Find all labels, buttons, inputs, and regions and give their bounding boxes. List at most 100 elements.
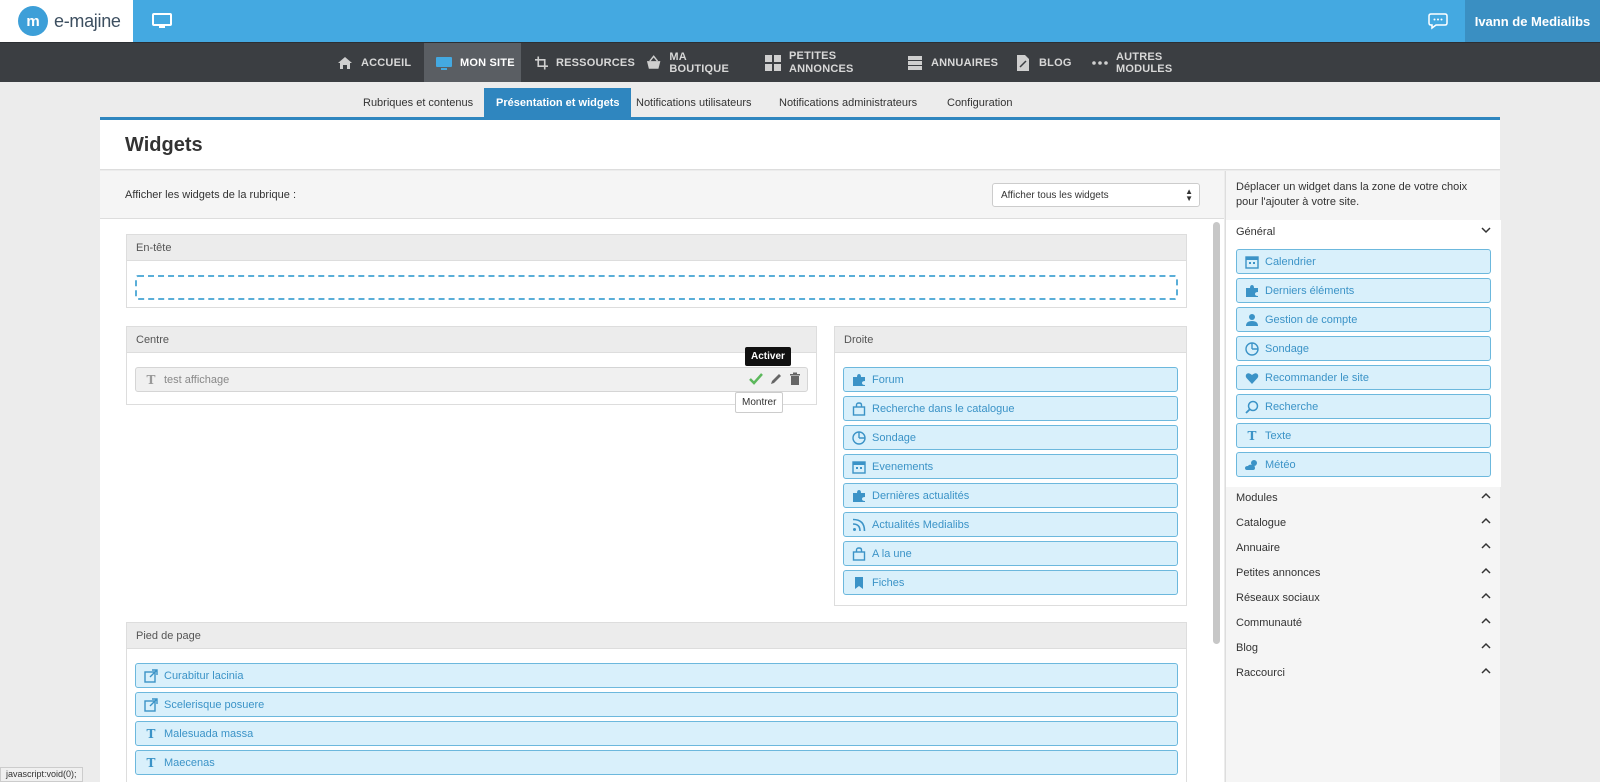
section-raccourci[interactable]: Raccourci bbox=[1226, 661, 1501, 686]
right-widget-dernieres-actualites[interactable]: Dernières actualités bbox=[843, 483, 1178, 508]
widget-filter-select[interactable]: Afficher tous les widgets ▲ ▼ bbox=[992, 183, 1200, 207]
footer-widget-curabitur[interactable]: Curabitur lacinia bbox=[135, 663, 1178, 688]
nav-ma-boutique[interactable]: MA BOUTIQUE bbox=[646, 43, 746, 83]
tab-rubriques[interactable]: Rubriques et contenus bbox=[351, 88, 485, 118]
nav-annuaires[interactable]: ANNUAIRES bbox=[907, 43, 1002, 83]
section-petites-annonces[interactable]: Petites annonces bbox=[1226, 561, 1501, 586]
nav-petites-annonces[interactable]: PETITES ANNONCES bbox=[765, 43, 865, 83]
library-widget-calendrier[interactable]: Calendrier bbox=[1236, 249, 1491, 274]
footer-widget-malesuada[interactable]: T Malesuada massa bbox=[135, 721, 1178, 746]
widget-label: Gestion de compte bbox=[1265, 313, 1358, 326]
widget-label: Recommander le site bbox=[1265, 371, 1369, 384]
widget-label: Derniers éléments bbox=[1265, 284, 1355, 297]
nav-label: ANNUAIRES bbox=[931, 57, 999, 69]
user-menu[interactable]: Ivann de Medialibs bbox=[1465, 0, 1600, 42]
chevron-up-icon bbox=[1481, 667, 1491, 674]
calendar-icon bbox=[1245, 255, 1259, 269]
text-icon: T bbox=[1247, 428, 1257, 443]
library-widget-gestion-compte[interactable]: Gestion de compte bbox=[1236, 307, 1491, 332]
chevron-up-icon bbox=[1481, 617, 1491, 624]
basket-icon bbox=[646, 55, 661, 69]
section-reseaux-sociaux[interactable]: Réseaux sociaux bbox=[1226, 586, 1501, 611]
section-annuaire[interactable]: Annuaire bbox=[1226, 536, 1501, 561]
puzzle-icon bbox=[853, 373, 865, 386]
library-widget-texte[interactable]: T Texte bbox=[1236, 423, 1491, 448]
puzzle-icon bbox=[1246, 284, 1258, 297]
heart-icon bbox=[1245, 372, 1259, 384]
stack-icon bbox=[908, 56, 922, 70]
widget-label: Texte bbox=[1265, 429, 1292, 442]
right-widget-evenements[interactable]: Evenements bbox=[843, 454, 1178, 479]
logo[interactable]: m e-majine bbox=[0, 0, 133, 42]
nav-mon-site[interactable]: MON SITE bbox=[424, 43, 521, 83]
right-widget-a-la-une[interactable]: A la une bbox=[843, 541, 1178, 566]
widget-actions bbox=[749, 372, 801, 386]
widget-label: Malesuada massa bbox=[164, 727, 254, 740]
text-icon: T bbox=[146, 726, 156, 741]
pencil-icon[interactable] bbox=[769, 372, 783, 386]
sub-nav: Rubriques et contenus Présentation et wi… bbox=[0, 82, 1600, 118]
tooltip-montrer: Montrer bbox=[735, 392, 784, 413]
widget-label: Scelerisque posuere bbox=[164, 698, 265, 711]
right-widget-actualites-medialibs[interactable]: Actualités Medialibs bbox=[843, 512, 1178, 537]
chat-icon[interactable] bbox=[1428, 12, 1448, 30]
widget-label: Recherche dans le catalogue bbox=[872, 402, 1015, 415]
content-scrollbar[interactable] bbox=[1213, 222, 1220, 644]
widget-label: Forum bbox=[872, 373, 904, 386]
nav-blog[interactable]: BLOG bbox=[1015, 43, 1080, 83]
widget-zones: En-tête Centre T test affichage Activer … bbox=[100, 219, 1224, 782]
section-modules[interactable]: Modules bbox=[1226, 486, 1501, 511]
chevron-down-icon bbox=[1481, 227, 1491, 234]
section-label: Catalogue bbox=[1236, 517, 1287, 529]
section-label: Petites annonces bbox=[1236, 567, 1321, 579]
widget-library-sidebar: Déplacer un widget dans la zone de votre… bbox=[1225, 171, 1501, 782]
library-widget-recommander[interactable]: Recommander le site bbox=[1236, 365, 1491, 390]
right-widget-sondage[interactable]: Sondage bbox=[843, 425, 1178, 450]
right-widget-recherche-catalogue[interactable]: Recherche dans le catalogue bbox=[843, 396, 1178, 421]
rss-icon bbox=[852, 518, 866, 531]
tab-presentation-widgets[interactable]: Présentation et widgets bbox=[484, 88, 632, 118]
nav-ressources[interactable]: RESSOURCES bbox=[535, 43, 635, 83]
bag-icon bbox=[852, 546, 866, 561]
right-widget-fiches[interactable]: Fiches bbox=[843, 570, 1178, 595]
trash-icon[interactable] bbox=[789, 372, 801, 386]
home-icon bbox=[338, 57, 352, 69]
nav-accueil[interactable]: ACCUEIL bbox=[337, 43, 415, 83]
section-blog[interactable]: Blog bbox=[1226, 636, 1501, 661]
library-widget-meteo[interactable]: Météo bbox=[1236, 452, 1491, 477]
calendar-icon bbox=[852, 460, 866, 474]
widget-label: A la une bbox=[872, 547, 912, 560]
check-icon[interactable] bbox=[749, 372, 763, 386]
tab-notifications-administrateurs[interactable]: Notifications administrateurs bbox=[767, 88, 929, 118]
chevron-up-icon bbox=[1481, 542, 1491, 549]
bag-icon bbox=[852, 401, 866, 416]
dots-icon bbox=[1092, 61, 1108, 65]
title-bar: Widgets bbox=[100, 120, 1500, 170]
widget-label: Météo bbox=[1265, 458, 1296, 471]
tab-configuration[interactable]: Configuration bbox=[935, 88, 1024, 118]
footer-widget-maecenas[interactable]: T Maecenas bbox=[135, 750, 1178, 775]
nav-label: BLOG bbox=[1039, 57, 1072, 69]
nav-autres-modules[interactable]: AUTRES MODULES bbox=[1092, 43, 1222, 83]
chevron-up-icon bbox=[1481, 492, 1491, 499]
nav-label: MON SITE bbox=[460, 57, 515, 69]
center-widget-test-affichage[interactable]: T test affichage bbox=[135, 367, 808, 392]
footer-widget-scelerisque[interactable]: Scelerisque posuere bbox=[135, 692, 1178, 717]
main-nav: ACCUEIL MON SITE RESSOURCES MA BOUTIQUE … bbox=[0, 42, 1600, 83]
library-widget-recherche[interactable]: Recherche bbox=[1236, 394, 1491, 419]
zone-right-title: Droite bbox=[835, 327, 1186, 353]
library-widget-sondage[interactable]: Sondage bbox=[1236, 336, 1491, 361]
section-general[interactable]: Général bbox=[1226, 220, 1501, 245]
monitor-icon[interactable] bbox=[152, 13, 172, 29]
widget-label: Actualités Medialibs bbox=[872, 518, 970, 531]
tab-notifications-utilisateurs[interactable]: Notifications utilisateurs bbox=[624, 88, 764, 118]
library-widget-derniers-elements[interactable]: Derniers éléments bbox=[1236, 278, 1491, 303]
section-catalogue[interactable]: Catalogue bbox=[1226, 511, 1501, 536]
text-icon: T bbox=[146, 755, 156, 770]
crop-icon bbox=[535, 56, 548, 70]
widget-label: Evenements bbox=[872, 460, 934, 473]
right-widget-forum[interactable]: Forum bbox=[843, 367, 1178, 392]
nav-label: AUTRES MODULES bbox=[1115, 51, 1173, 75]
header-dropzone[interactable] bbox=[135, 275, 1178, 300]
section-communaute[interactable]: Communauté bbox=[1226, 611, 1501, 636]
